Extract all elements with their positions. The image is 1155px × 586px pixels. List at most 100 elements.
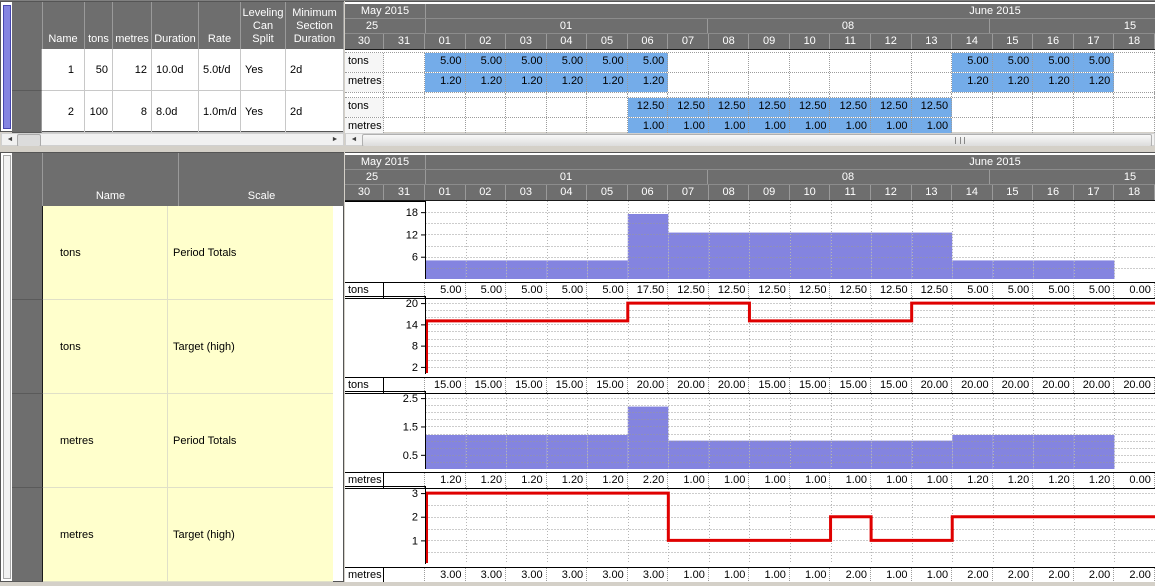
task-cell[interactable]: 50 xyxy=(85,49,113,91)
histogram-bar xyxy=(952,435,993,469)
period-cell[interactable]: 12.50 xyxy=(790,98,831,117)
histogram-bar xyxy=(547,435,588,469)
period-cell[interactable] xyxy=(1114,73,1155,92)
period-cell[interactable]: 5.00 xyxy=(993,53,1034,72)
day-header-cell: 02 xyxy=(466,185,507,200)
period-cell[interactable]: 1.20 xyxy=(628,73,669,92)
period-cell[interactable] xyxy=(587,98,628,117)
period-cell[interactable] xyxy=(749,73,790,92)
axis-label: 0.5 xyxy=(403,450,418,462)
task-cell[interactable]: 2d xyxy=(286,49,344,91)
period-cell[interactable]: 1.20 xyxy=(425,73,466,92)
period-cell[interactable]: 12.50 xyxy=(749,98,790,117)
task-cell[interactable]: 8.0d xyxy=(152,91,199,133)
period-cell[interactable]: 1.20 xyxy=(993,73,1034,92)
scroll-right-button[interactable]: ► xyxy=(329,135,341,144)
target-value-cell: 3.00 xyxy=(425,568,466,583)
period-cell[interactable] xyxy=(952,98,993,117)
period-cell[interactable] xyxy=(830,73,871,92)
task-cell[interactable]: 12 xyxy=(113,49,152,91)
period-cell[interactable]: 5.00 xyxy=(628,53,669,72)
period-cell[interactable] xyxy=(871,73,912,92)
period-cell[interactable] xyxy=(790,53,831,72)
period-cell[interactable]: 5.00 xyxy=(425,53,466,72)
task-cell[interactable]: 1 xyxy=(42,49,85,91)
period-cell[interactable] xyxy=(425,98,466,117)
task-cell[interactable]: 1.0m/d xyxy=(199,91,241,133)
period-cell[interactable] xyxy=(830,53,871,72)
scroll-left-button[interactable]: ◄ xyxy=(348,135,360,144)
period-cell[interactable]: 1.20 xyxy=(1033,73,1074,92)
period-cell[interactable] xyxy=(709,73,750,92)
period-cell[interactable] xyxy=(668,53,709,72)
period-cell[interactable]: 1.20 xyxy=(466,73,507,92)
scroll-left-button[interactable]: ◄ xyxy=(4,135,16,144)
resource-name-cell[interactable]: metres xyxy=(43,488,168,582)
period-cell[interactable] xyxy=(912,53,953,72)
period-cell[interactable] xyxy=(1114,98,1155,117)
task-cell[interactable]: 100 xyxy=(85,91,113,133)
histogram-bar xyxy=(831,233,872,279)
task-cell[interactable]: 5.0t/d xyxy=(199,49,241,91)
period-cell[interactable]: 12.50 xyxy=(668,98,709,117)
scale-cell[interactable]: Target (high) xyxy=(168,488,333,582)
period-cell[interactable]: 12.50 xyxy=(912,98,953,117)
period-cell[interactable] xyxy=(1033,98,1074,117)
histogram-row-header[interactable] xyxy=(12,206,43,300)
period-cell[interactable] xyxy=(466,98,507,117)
period-cell[interactable]: 12.50 xyxy=(709,98,750,117)
task-cell[interactable]: 2d xyxy=(286,91,344,133)
task-row-header[interactable] xyxy=(12,49,42,91)
resource-name-cell[interactable]: tons xyxy=(43,300,168,394)
resource-name-cell[interactable]: metres xyxy=(43,394,168,488)
scale-cell[interactable]: Target (high) xyxy=(168,300,333,394)
period-cell[interactable] xyxy=(790,73,831,92)
period-cell[interactable]: 5.00 xyxy=(466,53,507,72)
period-cell[interactable] xyxy=(871,53,912,72)
histogram-bar xyxy=(1074,260,1115,279)
resource-name-cell[interactable]: tons xyxy=(43,206,168,300)
period-cell[interactable]: 5.00 xyxy=(1074,53,1115,72)
period-cell[interactable]: 1.20 xyxy=(952,73,993,92)
task-cell[interactable]: Yes xyxy=(241,91,286,133)
period-cell[interactable]: 12.50 xyxy=(871,98,912,117)
period-cell[interactable] xyxy=(506,98,547,117)
period-cell[interactable]: 1.20 xyxy=(587,73,628,92)
period-cell[interactable]: 1.20 xyxy=(1074,73,1115,92)
histogram-row-header[interactable] xyxy=(12,300,43,394)
timeline-h-scrollbar[interactable]: ◄ xyxy=(345,133,1155,146)
period-cell[interactable]: 5.00 xyxy=(506,53,547,72)
task-table-h-scrollbar[interactable]: ◄► xyxy=(1,133,344,146)
thumb-grip-line xyxy=(960,137,961,144)
period-cell[interactable]: 1.20 xyxy=(547,73,588,92)
period-cell[interactable]: 5.00 xyxy=(587,53,628,72)
task-cell[interactable]: 2 xyxy=(42,91,85,133)
period-cell[interactable]: 12.50 xyxy=(628,98,669,117)
period-cell[interactable] xyxy=(1114,53,1155,72)
day-header-cell: 10 xyxy=(790,185,831,200)
scale-cell[interactable]: Period Totals xyxy=(168,206,333,300)
grid-cell xyxy=(830,93,871,97)
scale-cell[interactable]: Period Totals xyxy=(168,394,333,488)
histogram-row-header[interactable] xyxy=(12,394,43,488)
task-cell[interactable]: 8 xyxy=(113,91,152,133)
period-cell[interactable]: 5.00 xyxy=(1033,53,1074,72)
period-cell[interactable] xyxy=(709,53,750,72)
period-cell[interactable] xyxy=(749,53,790,72)
day-header-cell: 12 xyxy=(871,185,912,200)
month-row: May 2015June 2015 xyxy=(345,155,1155,170)
period-cell[interactable]: 5.00 xyxy=(952,53,993,72)
period-cell[interactable] xyxy=(547,98,588,117)
task-cell[interactable]: 10.0d xyxy=(152,49,199,91)
period-cell[interactable]: 1.20 xyxy=(506,73,547,92)
period-cell[interactable]: 12.50 xyxy=(830,98,871,117)
period-cell[interactable] xyxy=(1074,98,1115,117)
period-cell[interactable] xyxy=(993,98,1034,117)
task-cell[interactable]: Yes xyxy=(241,49,286,91)
histogram-bar xyxy=(466,260,507,279)
task-row-header[interactable] xyxy=(12,91,42,133)
period-cell[interactable]: 5.00 xyxy=(547,53,588,72)
histogram-row-header[interactable] xyxy=(12,488,43,582)
period-cell[interactable] xyxy=(668,73,709,92)
period-cell[interactable] xyxy=(912,73,953,92)
